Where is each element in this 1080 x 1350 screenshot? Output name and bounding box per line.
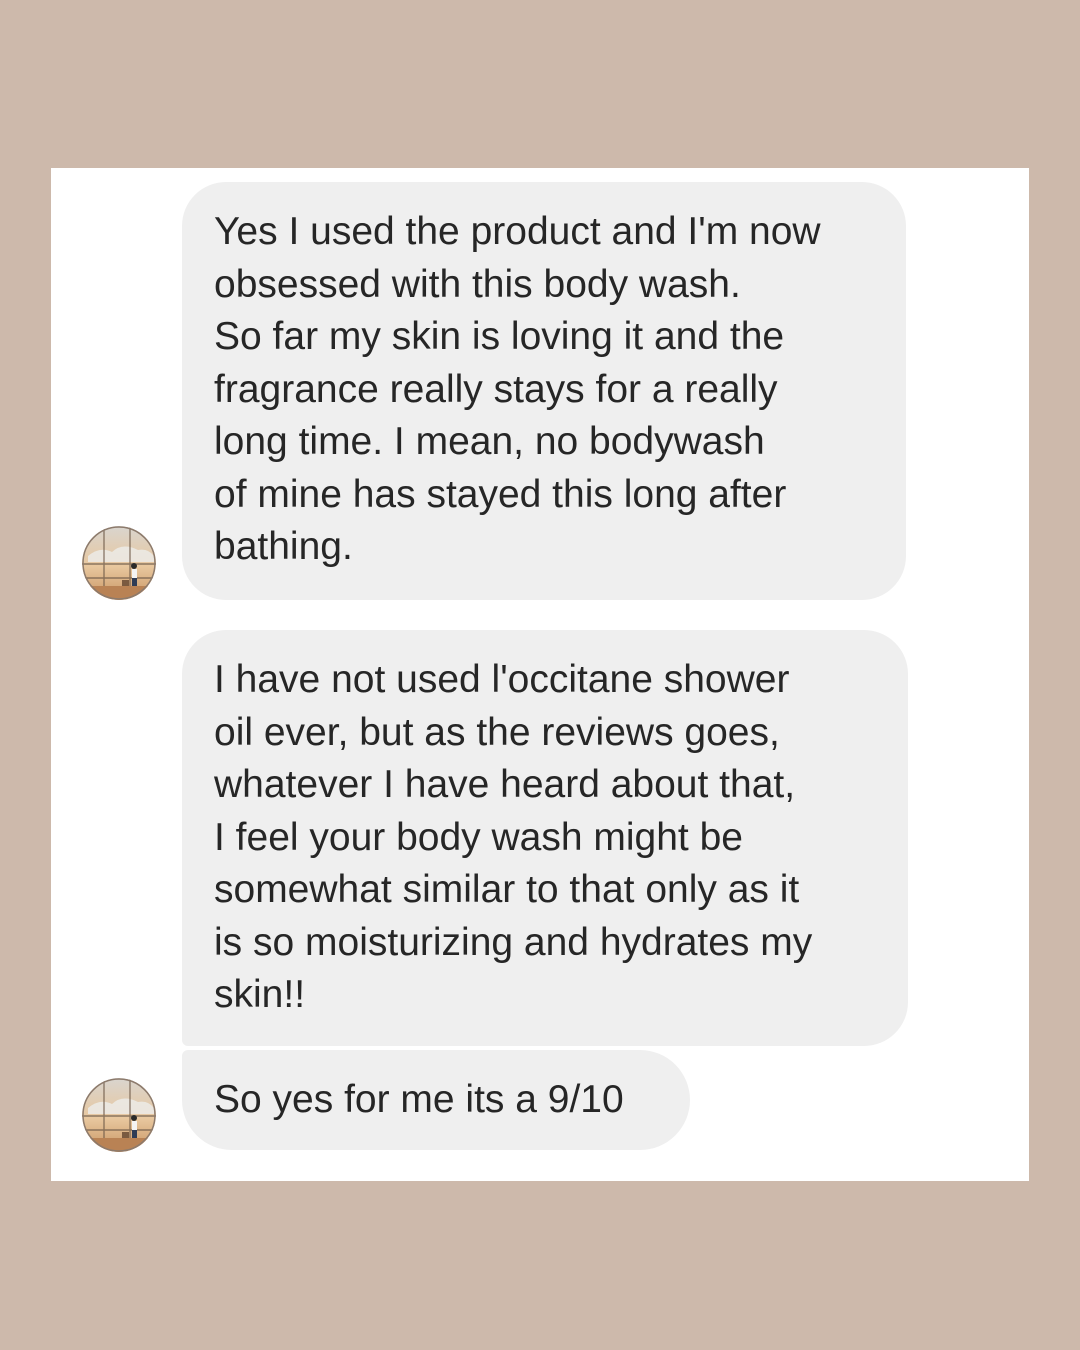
sender-avatar-illustration-icon: [82, 526, 156, 600]
message-text-line: Yes I used the product and I'm now: [214, 210, 821, 253]
sender-avatar-icon[interactable]: [82, 526, 156, 600]
message-bubble[interactable]: Yes I used the product and I'm now obses…: [182, 182, 906, 600]
sender-avatar-illustration-icon: [82, 1078, 156, 1152]
message-text-line: bathing.: [214, 525, 353, 568]
message-text-line: I feel your body wash might be: [214, 815, 743, 859]
message-text-line: whatever I have heard about that,: [214, 763, 796, 806]
message-bubble[interactable]: So yes for me its a 9/10: [182, 1050, 690, 1150]
message-text-line: oil ever, but as the reviews goes,: [214, 710, 780, 754]
sender-avatar-icon[interactable]: [82, 1078, 156, 1152]
message-text-line: So yes for me its a 9/10: [214, 1078, 624, 1121]
chat-card: Yes I used the product and I'm now obses…: [51, 168, 1029, 1181]
message-text-line: is so moisturizing and hydrates my: [214, 920, 813, 964]
message-bubble[interactable]: I have not used l'occitane shower oil ev…: [182, 630, 908, 1046]
message-text-line: So far my skin is loving it and the: [214, 315, 785, 358]
message-text-line: somewhat similar to that only as it: [214, 868, 800, 911]
message-text-line: of mine has stayed this long after: [214, 472, 787, 516]
message-text-line: skin!!: [214, 973, 306, 1016]
message-text-line: fragrance really stays for a really: [214, 367, 778, 411]
message-text-line: obsessed with this body wash.: [214, 262, 741, 306]
message-text-line: I have not used l'occitane shower: [214, 658, 790, 701]
message-text-line: long time. I mean, no bodywash: [214, 420, 765, 463]
